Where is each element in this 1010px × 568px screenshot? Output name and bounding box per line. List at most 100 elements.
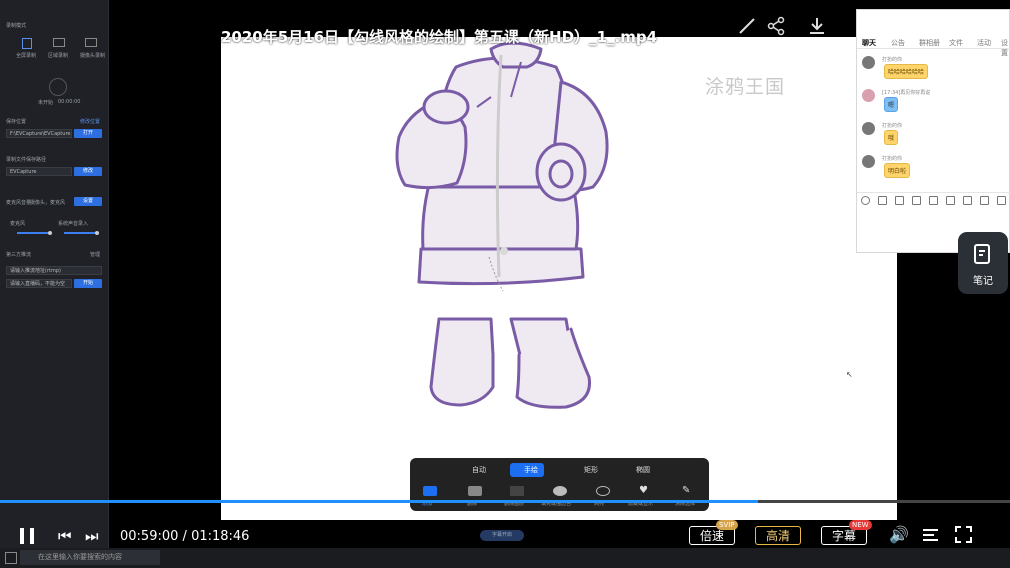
mic-volume-handle[interactable]	[48, 231, 52, 235]
recent-path-field[interactable]: EVCapture	[6, 167, 72, 176]
stream-url-input[interactable]: 请输入推流地址(rtmp)	[6, 266, 102, 275]
stream-key-input[interactable]: 请输入直播码，不能为空	[6, 279, 72, 288]
save-path-field[interactable]: F:\EVCapture\EVCapture	[6, 129, 72, 138]
scissors-icon[interactable]	[895, 196, 904, 205]
mode-freehand[interactable]: 手绘	[510, 463, 544, 477]
message-bubble: 嗯	[884, 97, 899, 112]
avatar[interactable]	[862, 56, 875, 69]
message-bubble: 哈哈哈哈哈哈	[884, 64, 929, 79]
previous-icon[interactable]: ⏮	[58, 527, 72, 545]
start-stream-button[interactable]: 开始	[74, 279, 102, 288]
new-badge: NEW	[849, 520, 872, 530]
record-status: 未开始	[38, 100, 54, 106]
pause-icon[interactable]	[20, 528, 24, 544]
highlight-icon[interactable]	[596, 486, 610, 496]
modify-button[interactable]: 修改	[74, 167, 102, 176]
group-chat-panel: 聊天 公告 群相册 文件 活动 设置 打扮的你 哈哈哈哈哈哈 [17:34]再见…	[856, 9, 1010, 253]
record-button[interactable]	[49, 78, 67, 96]
gif-icon[interactable]	[878, 196, 887, 205]
image-icon[interactable]	[929, 196, 938, 205]
svip-badge: SVIP	[716, 520, 738, 530]
folder-icon[interactable]	[912, 196, 921, 205]
sys-volume-handle[interactable]	[95, 231, 99, 235]
save-location-label: 保存位置	[6, 119, 27, 125]
change-location-link[interactable]: 修改位置	[80, 118, 100, 125]
fullscreen-icon[interactable]	[955, 526, 972, 543]
taskbar-search[interactable]: 在这里输入你要搜索的内容	[20, 550, 160, 565]
mode-rectangle[interactable]: 矩形	[570, 463, 598, 477]
message-bubble: 哦	[884, 130, 899, 145]
mouse-cursor-icon: ↖	[846, 370, 853, 379]
third-party-manage-link[interactable]: 管理	[90, 251, 100, 258]
next-icon[interactable]: ⏭	[85, 527, 99, 545]
message-bubble: 明白啦	[884, 163, 911, 178]
sender-name: 打扮的你	[882, 156, 903, 162]
record-time: 00:00:00	[58, 99, 81, 105]
playlist-icon[interactable]	[922, 527, 939, 541]
camera-mode-icon[interactable]	[85, 38, 97, 47]
mode-label-2: 摄像头录制	[80, 53, 106, 59]
current-time: 00:59:00	[120, 529, 179, 544]
tab-chat[interactable]: 聊天	[862, 38, 876, 48]
drawing-toolbar: 自动 手绘 矩形 椭圆 ♥ ✎ 添加 删除 删除图层 填充或描边色 高亮 隐藏或…	[410, 458, 709, 511]
audio-settings-button[interactable]: 设置	[74, 197, 102, 206]
subtitle-toggle-pill[interactable]: 字幕开启	[480, 530, 524, 541]
delete-layer-icon[interactable]	[510, 486, 524, 496]
sys-sound-label: 系统声音录入	[58, 221, 89, 227]
audio-value: 摄像头，麦克风	[30, 200, 66, 206]
watermark-logo: 涂鸦王国	[705, 76, 786, 98]
maximize-icon[interactable]	[937, 24, 952, 39]
time-separator: /	[182, 529, 187, 544]
fullscreen-mode-icon[interactable]	[22, 38, 32, 49]
video-title: 2020年5月16日【勾线风格的绘制】第五课（新HD）_1_.mp4	[221, 28, 658, 46]
tab-album[interactable]: 群相册	[919, 38, 940, 48]
clear-selection-icon[interactable]: ✎	[682, 486, 696, 496]
recorder-side-panel: 录制模式 全屏录制 区域录制 摄像头录制 未开始 00:00:00 保存位置 修…	[0, 0, 109, 548]
tab-events[interactable]: 活动	[977, 38, 991, 48]
mic-label: 麦克风	[10, 221, 26, 227]
share-icon[interactable]	[765, 15, 787, 37]
fill-stroke-icon[interactable]	[553, 486, 567, 496]
more-icon[interactable]	[980, 196, 989, 205]
open-folder-button[interactable]: 打开	[74, 129, 102, 138]
avatar[interactable]	[862, 122, 875, 135]
sender-name: 打扮的你	[882, 123, 903, 129]
third-party-label: 第三方推流	[6, 252, 32, 258]
quality-button[interactable]: 高清	[755, 526, 801, 545]
screenshot-icon[interactable]	[946, 196, 955, 205]
progress-fill	[0, 500, 758, 503]
red-packet-icon[interactable]	[963, 196, 972, 205]
sys-volume-slider[interactable]	[64, 232, 97, 234]
download-icon[interactable]	[806, 15, 828, 37]
visibility-icon[interactable]: ♥	[639, 486, 653, 496]
windows-start-icon[interactable]	[5, 552, 17, 564]
mode-label-1: 区域录制	[48, 53, 69, 59]
total-time: 01:18:46	[191, 529, 250, 544]
volume-icon[interactable]: 🔊	[889, 525, 909, 544]
brush-icon[interactable]	[736, 15, 758, 37]
sender-name: 打扮的你	[882, 57, 903, 63]
mode-ellipse[interactable]: 椭圆	[622, 463, 650, 477]
mic-volume-slider[interactable]	[17, 232, 50, 234]
recent-path-label: 录制文件保存路径	[6, 157, 47, 163]
emoji-icon[interactable]	[861, 196, 870, 205]
notes-button[interactable]: 笔记	[958, 232, 1008, 294]
notes-label: 笔记	[973, 276, 993, 287]
avatar[interactable]	[862, 155, 875, 168]
mode-auto[interactable]: 自动	[458, 463, 486, 477]
tab-notice[interactable]: 公告	[891, 38, 905, 48]
history-icon[interactable]	[997, 196, 1006, 205]
minimize-icon[interactable]	[897, 23, 913, 25]
time-display: 00:59:00 / 01:18:46	[120, 529, 249, 544]
add-tool-icon[interactable]	[423, 486, 437, 496]
section-record-mode: 录制模式	[6, 23, 27, 29]
tab-settings[interactable]: 设置	[1001, 38, 1010, 58]
close-icon[interactable]: ✕	[975, 20, 988, 39]
tab-files[interactable]: 文件	[949, 38, 963, 48]
chat-input-toolbar	[857, 192, 1010, 207]
avatar[interactable]	[862, 89, 875, 102]
delete-tool-icon[interactable]	[468, 486, 482, 496]
pause-icon-bar	[30, 528, 34, 544]
drawing-canvas[interactable]	[221, 37, 897, 520]
region-mode-icon[interactable]	[53, 38, 65, 47]
